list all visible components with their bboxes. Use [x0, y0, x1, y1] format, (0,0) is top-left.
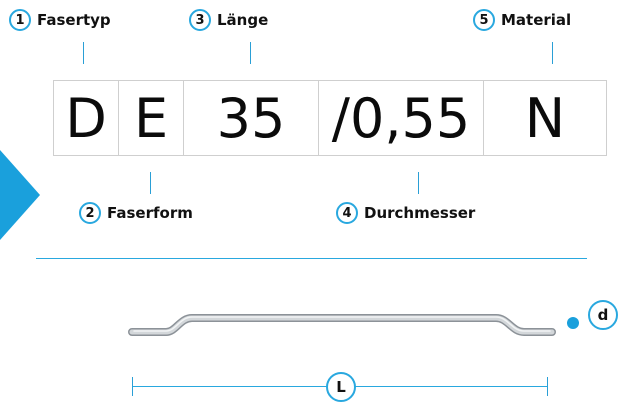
- callout-tick: [418, 172, 419, 194]
- length-badge: L: [326, 372, 356, 402]
- callout-number-badge: 2: [79, 202, 101, 224]
- callout-fasertyp: 1 Fasertyp: [9, 9, 111, 31]
- callout-tick: [150, 172, 151, 194]
- code-cell-laenge: 35: [183, 80, 319, 156]
- callout-label: Material: [501, 11, 572, 29]
- callout-label: Fasertyp: [37, 11, 111, 29]
- callout-label: Durchmesser: [364, 204, 476, 222]
- callout-material: 5 Material: [473, 9, 571, 31]
- length-dimension-end-right: [547, 377, 548, 396]
- callout-number-badge: 3: [189, 9, 211, 31]
- callout-number-badge: 5: [473, 9, 495, 31]
- callout-number-badge: 1: [9, 9, 31, 31]
- length-dimension-end-left: [132, 377, 133, 396]
- callout-tick: [552, 42, 553, 64]
- code-cell-fasertyp: D: [53, 80, 119, 156]
- steel-fiber-illustration: [128, 314, 556, 336]
- callout-label: Länge: [217, 11, 269, 29]
- diameter-dot: [567, 317, 579, 329]
- section-divider: [36, 258, 587, 259]
- callout-tick: [83, 42, 84, 64]
- callout-durchmesser: 4 Durchmesser: [336, 202, 475, 224]
- callout-laenge: 3 Länge: [189, 9, 268, 31]
- code-cell-durchmesser: /0,55: [318, 80, 484, 156]
- callout-faserform: 2 Faserform: [79, 202, 193, 224]
- code-cell-material: N: [483, 80, 607, 156]
- diameter-badge: d: [588, 300, 618, 330]
- code-cell-faserform: E: [118, 80, 184, 156]
- callout-label: Faserform: [107, 204, 193, 222]
- left-arrow-marker: [0, 150, 40, 240]
- callout-tick: [250, 42, 251, 64]
- product-code-row: D E 35 /0,55 N: [53, 80, 608, 156]
- callout-number-badge: 4: [336, 202, 358, 224]
